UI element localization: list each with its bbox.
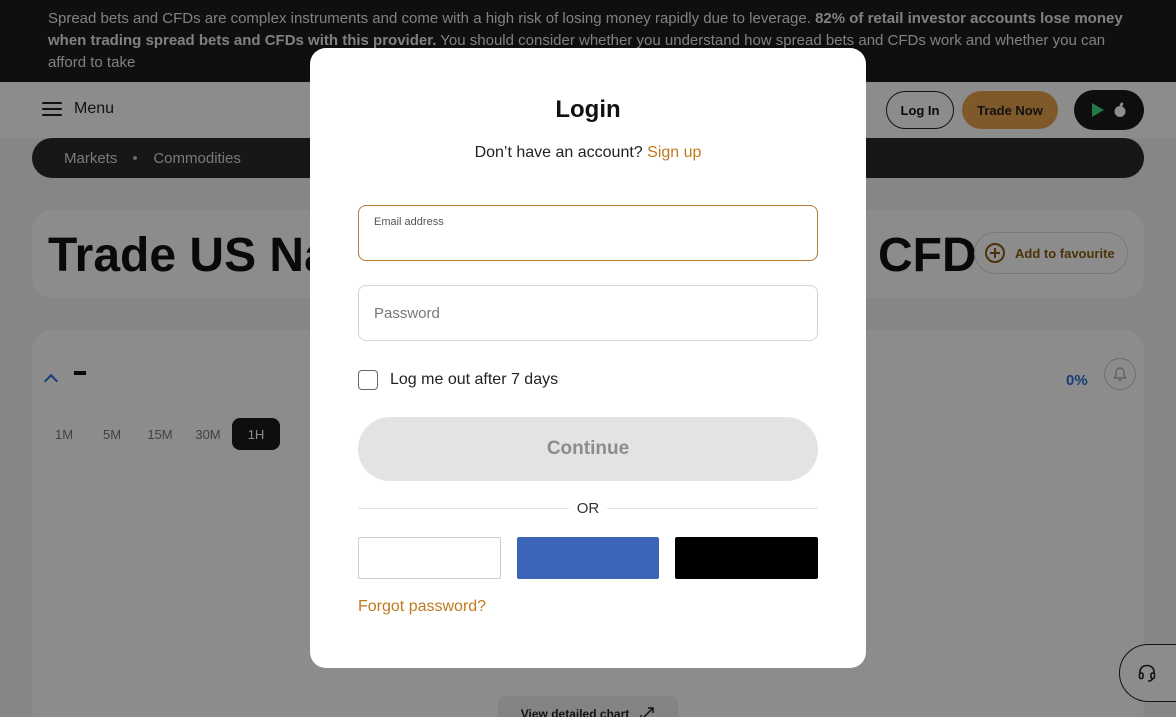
email-label: Email address: [374, 216, 444, 228]
or-label: OR: [576, 499, 600, 517]
password-input[interactable]: [374, 286, 804, 340]
forgot-password-link[interactable]: Forgot password?: [358, 598, 486, 616]
logout-after-7-days-option[interactable]: Log me out after 7 days: [358, 370, 558, 390]
divider-line: [607, 507, 818, 509]
or-divider: OR: [358, 498, 818, 518]
signup-prompt: Don’t have an account? Sign up: [310, 144, 866, 162]
facebook-login-button[interactable]: [517, 537, 659, 579]
apple-login-button[interactable]: [675, 537, 818, 579]
email-field[interactable]: Email address: [358, 205, 818, 261]
signup-prompt-text: Don’t have an account?: [474, 144, 643, 161]
email-input[interactable]: [374, 228, 804, 256]
logout-after-7-days-checkbox[interactable]: [358, 370, 378, 390]
password-field[interactable]: [358, 285, 818, 341]
google-login-button[interactable]: [358, 537, 501, 579]
continue-button[interactable]: Continue: [358, 417, 818, 481]
sign-up-link[interactable]: Sign up: [647, 144, 701, 161]
divider-line: [358, 507, 569, 509]
login-modal: Login Don’t have an account? Sign up Ema…: [310, 48, 866, 668]
login-title: Login: [555, 96, 621, 123]
logout-after-7-days-label[interactable]: Log me out after 7 days: [390, 371, 558, 389]
